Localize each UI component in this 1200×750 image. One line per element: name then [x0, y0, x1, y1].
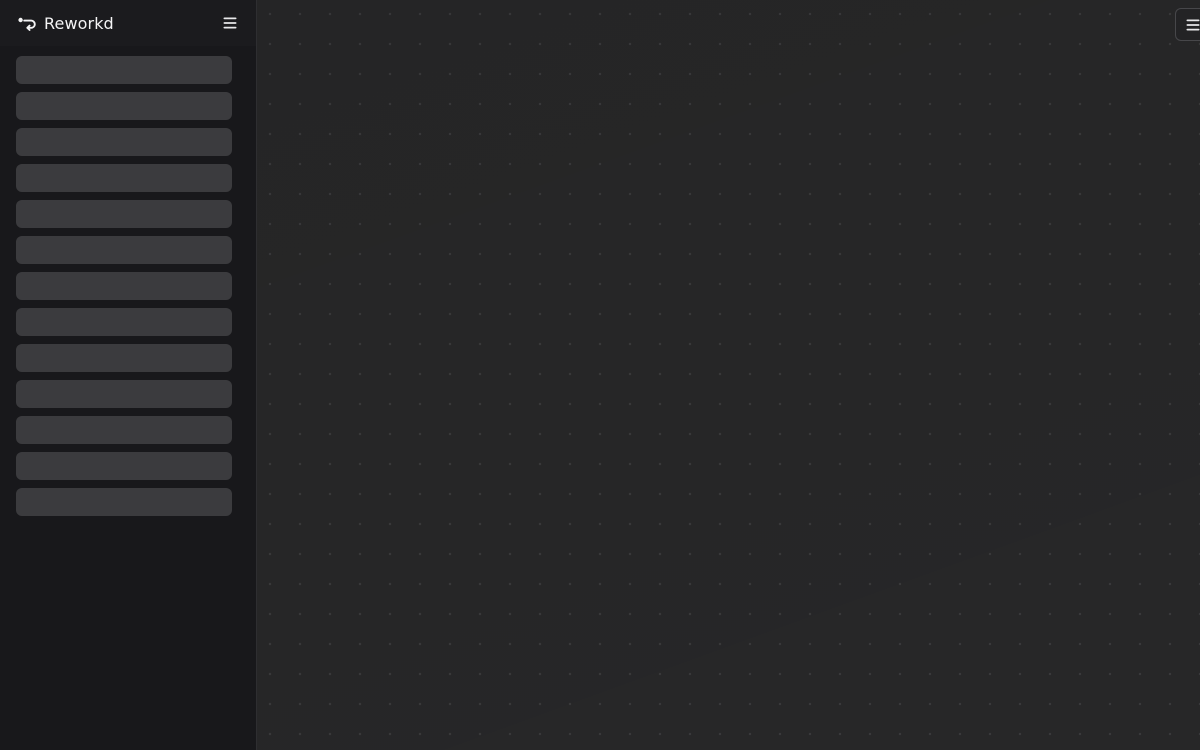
skeleton-item [16, 92, 232, 120]
sidebar-header: Reworkd [0, 0, 256, 46]
skeleton-item [16, 380, 232, 408]
hamburger-menu-icon [1186, 19, 1200, 31]
skeleton-item [16, 308, 232, 336]
sidebar-skeleton-list [16, 56, 232, 524]
canvas-shade [257, 0, 1200, 750]
skeleton-item [16, 200, 232, 228]
skeleton-item [16, 344, 232, 372]
brand-name: Reworkd [44, 14, 114, 33]
main-canvas [257, 0, 1200, 750]
sidebar-toggle-button[interactable] [222, 15, 238, 31]
skeleton-item [16, 272, 232, 300]
brand[interactable]: Reworkd [18, 13, 114, 35]
skeleton-item [16, 488, 232, 516]
skeleton-item [16, 416, 232, 444]
main-menu-button[interactable] [1175, 8, 1200, 41]
skeleton-item [16, 236, 232, 264]
skeleton-item [16, 56, 232, 84]
skeleton-item [16, 128, 232, 156]
reworkd-logo-icon [18, 17, 36, 31]
skeleton-item [16, 452, 232, 480]
sidebar: Reworkd [0, 0, 257, 750]
app-window: Reworkd [0, 0, 1200, 750]
hamburger-menu-icon [223, 17, 237, 29]
skeleton-item [16, 164, 232, 192]
